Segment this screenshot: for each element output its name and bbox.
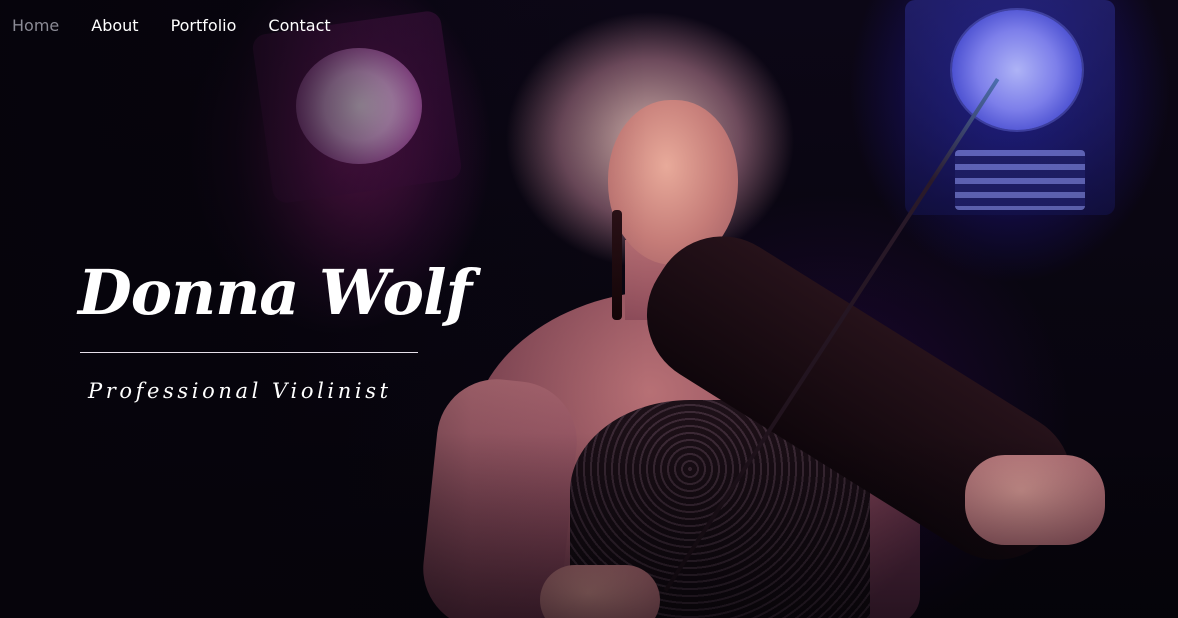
title-divider — [80, 352, 418, 353]
performer-hand-left — [540, 565, 660, 618]
nav-about[interactable]: About — [91, 0, 138, 52]
nav-contact[interactable]: Contact — [268, 0, 330, 52]
performer-earring — [612, 210, 622, 320]
hero-subtitle: Professional Violinist — [88, 379, 392, 403]
stage-light-right-slats — [955, 150, 1085, 210]
stage-light-right-lens — [952, 10, 1082, 130]
nav-home[interactable]: Home — [12, 0, 59, 52]
nav-portfolio[interactable]: Portfolio — [171, 0, 237, 52]
performer-hand-right — [965, 455, 1105, 545]
hero-title: Donna Wolf — [78, 256, 472, 329]
stage-light-left-lens — [296, 48, 422, 164]
main-nav: Home About Portfolio Contact — [0, 0, 363, 52]
